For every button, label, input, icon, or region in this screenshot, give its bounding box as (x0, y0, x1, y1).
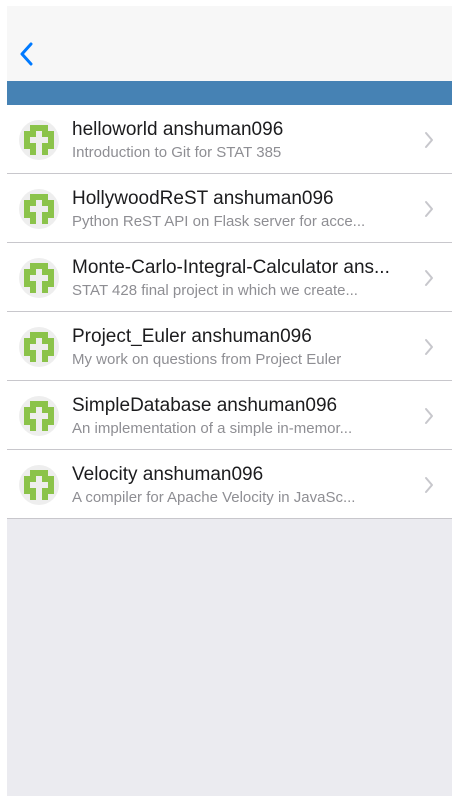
back-button[interactable] (11, 38, 41, 70)
identicon-icon (24, 332, 54, 362)
chevron-right-icon (425, 270, 433, 286)
identicon-avatar (19, 189, 59, 229)
chevron-right-icon (425, 339, 433, 355)
repo-row[interactable]: Monte-Carlo-Integral-Calculator ans... S… (7, 243, 452, 312)
repo-row[interactable]: Velocity anshuman096 A compiler for Apac… (7, 450, 452, 519)
chevron-right-icon (425, 132, 433, 148)
repo-description: An implementation of a simple in-memor..… (72, 420, 353, 437)
chevron-right-icon (425, 201, 433, 217)
repo-description: STAT 428 final project in which we creat… (72, 282, 358, 299)
repo-description: Python ReST API on Flask server for acce… (72, 213, 366, 230)
repo-title: Project_Euler anshuman096 (72, 326, 312, 347)
identicon-icon (24, 194, 54, 224)
chevron-left-icon (20, 42, 33, 66)
repo-row[interactable]: HollywoodReST anshuman096 Python ReST AP… (7, 174, 452, 243)
identicon-icon (24, 401, 54, 431)
identicon-avatar (19, 465, 59, 505)
navigation-bar (7, 6, 452, 81)
repo-row[interactable]: helloworld anshuman096 Introduction to G… (7, 105, 452, 174)
repo-row[interactable]: SimpleDatabase anshuman096 An implementa… (7, 381, 452, 450)
repo-title: Velocity anshuman096 (72, 464, 264, 485)
header-bar (7, 81, 452, 105)
repo-list: helloworld anshuman096 Introduction to G… (7, 105, 452, 519)
identicon-avatar (19, 327, 59, 367)
identicon-avatar (19, 120, 59, 160)
identicon-icon (24, 125, 54, 155)
screen: helloworld anshuman096 Introduction to G… (7, 6, 452, 796)
repo-title: HollywoodReST anshuman096 (72, 188, 334, 209)
repo-description: Introduction to Git for STAT 385 (72, 144, 282, 161)
chevron-right-icon (425, 408, 433, 424)
repo-row[interactable]: Project_Euler anshuman096 My work on que… (7, 312, 452, 381)
repo-title: helloworld anshuman096 (72, 119, 284, 140)
repo-description: A compiler for Apache Velocity in JavaSc… (72, 489, 356, 506)
repo-description: My work on questions from Project Euler (72, 351, 342, 368)
identicon-avatar (19, 258, 59, 298)
repo-title: Monte-Carlo-Integral-Calculator ans... (72, 257, 390, 278)
repo-title: SimpleDatabase anshuman096 (72, 395, 338, 416)
identicon-icon (24, 263, 54, 293)
identicon-avatar (19, 396, 59, 436)
identicon-icon (24, 470, 54, 500)
chevron-right-icon (425, 477, 433, 493)
